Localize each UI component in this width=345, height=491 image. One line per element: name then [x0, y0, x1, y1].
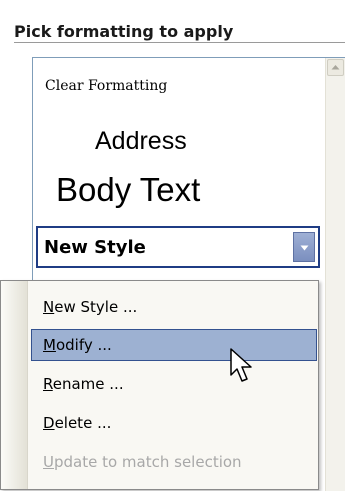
menu-item-label: Rename ...	[43, 375, 124, 393]
menu-icon-gutter	[1, 281, 28, 489]
scroll-up-arrow-icon	[331, 65, 340, 70]
menu-item-label: New Style ...	[43, 298, 138, 316]
selected-style-label: New Style	[44, 237, 146, 258]
panel-heading: Pick formatting to apply	[14, 22, 234, 41]
selected-style-item[interactable]: New Style	[36, 226, 320, 268]
menu-item-label: Update to match selection	[43, 453, 242, 471]
menu-item-modify[interactable]: Modify ...	[31, 329, 317, 361]
context-menu: New Style ... Modify ... Rename ... Dele…	[0, 280, 319, 490]
scrollbar[interactable]	[325, 58, 345, 491]
menu-item-label: Modify ...	[43, 336, 112, 354]
mouse-pointer-icon	[230, 348, 252, 382]
scroll-up-button[interactable]	[327, 59, 344, 76]
style-dropdown-button[interactable]	[293, 232, 315, 262]
heading-divider	[14, 42, 345, 43]
menu-item-label: Delete ...	[43, 414, 112, 432]
menu-item-delete[interactable]: Delete ...	[31, 407, 317, 439]
menu-item-update-to-match-selection[interactable]: Update to match selection	[31, 446, 317, 478]
style-item-body-text[interactable]: Body Text	[56, 171, 200, 209]
chevron-down-icon	[300, 245, 309, 251]
style-item-clear-formatting[interactable]: Clear Formatting	[45, 78, 167, 94]
menu-item-rename[interactable]: Rename ...	[31, 368, 317, 400]
style-item-address[interactable]: Address	[95, 127, 187, 156]
menu-item-new-style[interactable]: New Style ...	[31, 291, 317, 323]
